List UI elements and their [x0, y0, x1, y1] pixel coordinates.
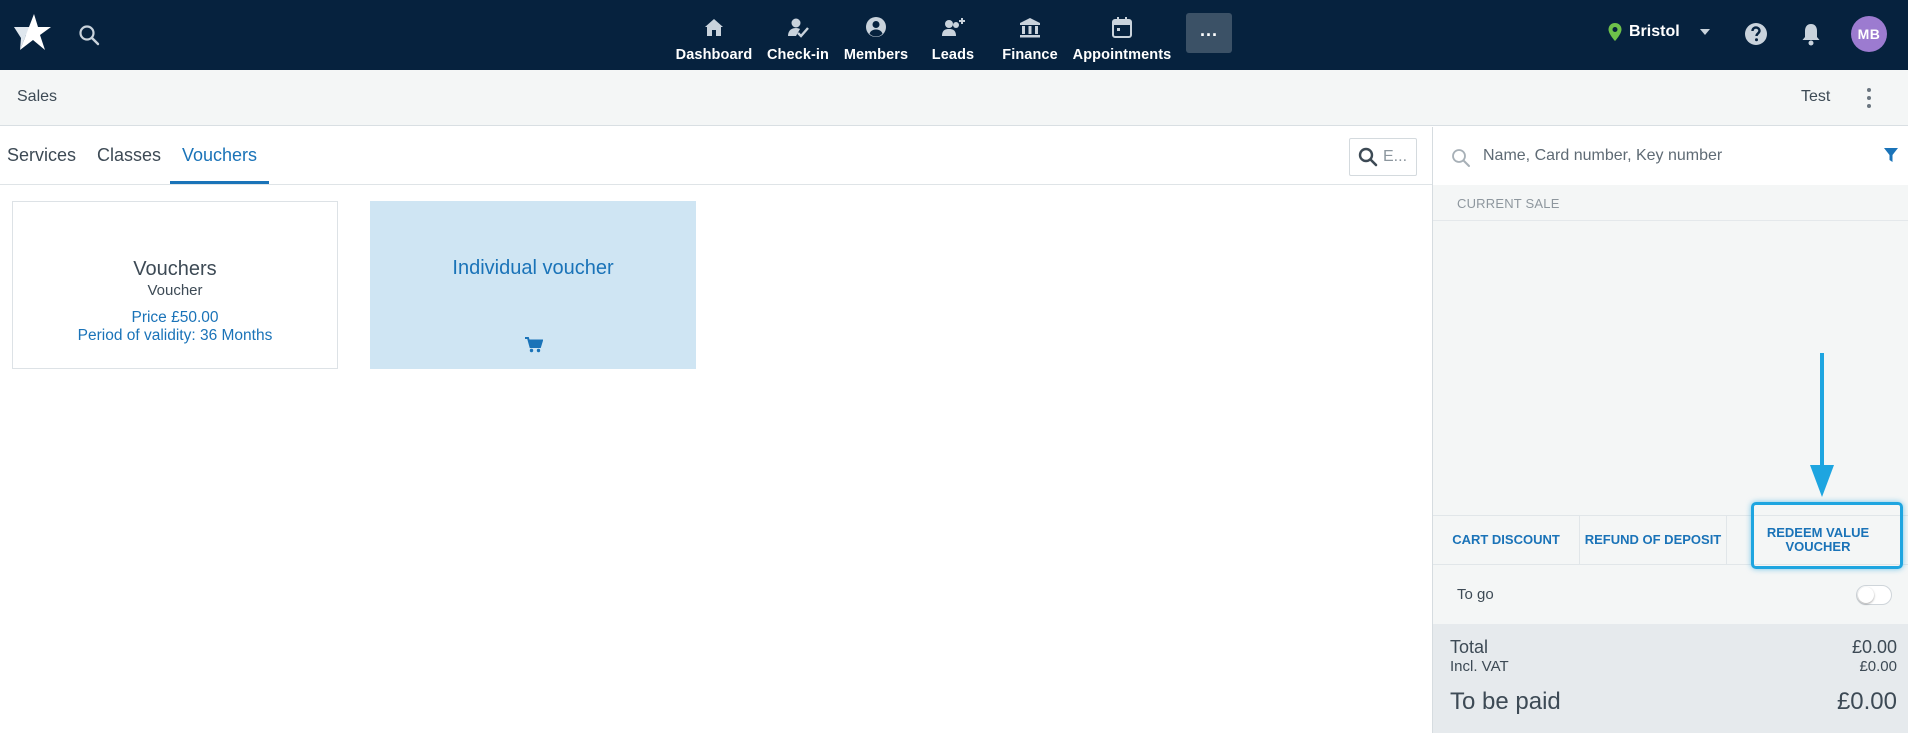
product-validity: Period of validity: 36 Months: [77, 327, 273, 344]
product-tabs: Services Classes Vouchers: [0, 127, 1432, 185]
to-go-row: To go: [1433, 565, 1908, 624]
tab-services[interactable]: Services: [7, 145, 76, 166]
location-name: Bristol: [1629, 23, 1680, 40]
user-add-icon: [942, 18, 965, 36]
calendar-icon: [1112, 17, 1132, 38]
product-card-vouchers[interactable]: Vouchers Voucher Price £50.00 Period of …: [12, 201, 338, 369]
total-value: £0.00: [1851, 637, 1897, 657]
cart-discount-button[interactable]: CART DISCOUNT: [1433, 516, 1580, 564]
star-logo-icon[interactable]: [12, 12, 52, 52]
page-header: Sales Test: [0, 70, 1908, 126]
tab-classes[interactable]: Classes: [97, 145, 161, 166]
nav-label: Dashboard: [675, 47, 753, 63]
search-icon: [1358, 147, 1378, 167]
filter-icon[interactable]: [1883, 147, 1899, 163]
user-circle-icon: [866, 17, 886, 37]
nav-item-appointments[interactable]: Appointments: [1068, 0, 1176, 70]
product-subtitle: Voucher: [147, 282, 203, 299]
search-placeholder: E...: [1383, 148, 1408, 165]
product-card-individual-voucher[interactable]: Individual voucher: [370, 201, 696, 369]
nav-label: Check-in: [766, 47, 830, 63]
more-dots-icon: ...: [1199, 20, 1218, 40]
search-icon: [1452, 149, 1470, 167]
current-sale-label: CURRENT SALE: [1457, 196, 1560, 211]
notification-bell-icon[interactable]: [1800, 22, 1822, 46]
chevron-down-icon: [1699, 29, 1710, 35]
help-icon[interactable]: [1744, 22, 1768, 46]
nav-label: Appointments: [1072, 47, 1172, 63]
bank-icon: [1020, 18, 1040, 38]
location-pin-icon: [1608, 23, 1622, 41]
product-price: Price £50.00: [131, 309, 219, 326]
annotation-arrow-icon: [1810, 353, 1834, 497]
vat-value: £0.00: [1859, 658, 1897, 675]
nav-item-finance[interactable]: Finance: [992, 0, 1068, 70]
active-tab-indicator: [170, 181, 269, 184]
nav-label: Finance: [1002, 47, 1058, 63]
total-label: Total: [1450, 637, 1489, 657]
nav-label: Leads: [931, 47, 975, 63]
annotation-highlight-box: [1751, 502, 1903, 569]
current-sale-header: CURRENT SALE: [1433, 185, 1908, 221]
vat-label: Incl. VAT: [1450, 658, 1509, 675]
customer-search-input[interactable]: Name, Card number, Key number: [1433, 127, 1908, 185]
to-go-label: To go: [1457, 586, 1494, 603]
nav-label: Members: [843, 47, 909, 63]
refund-of-deposit-button[interactable]: REFUND OF DEPOSIT: [1580, 516, 1727, 564]
main-navigation: Dashboard Check-in Members Leads Finance…: [670, 0, 1232, 70]
kebab-menu-icon[interactable]: [1862, 86, 1876, 110]
product-search-input[interactable]: E...: [1349, 138, 1417, 176]
location-selector[interactable]: Bristol: [1607, 22, 1710, 42]
search-icon[interactable]: [78, 24, 100, 46]
to-be-paid-label: To be paid: [1450, 688, 1561, 715]
to-be-paid-value: £0.00: [1836, 688, 1897, 715]
nav-item-leads[interactable]: Leads: [914, 0, 992, 70]
user-avatar[interactable]: MB: [1851, 16, 1887, 52]
to-go-toggle[interactable]: [1856, 585, 1892, 605]
totals-section: Total £0.00 Incl. VAT £0.00 To be paid £…: [1433, 624, 1908, 733]
nav-item-members[interactable]: Members: [838, 0, 914, 70]
nav-item-check-in[interactable]: Check-in: [758, 0, 838, 70]
more-menu-button[interactable]: ...: [1186, 13, 1232, 53]
page-title: Sales: [17, 88, 58, 105]
home-icon: [705, 19, 723, 36]
product-title: Vouchers: [133, 258, 217, 280]
top-navigation-bar: Dashboard Check-in Members Leads Finance…: [0, 0, 1908, 70]
user-check-icon: [788, 18, 809, 38]
product-title: Individual voucher: [452, 257, 614, 279]
test-link[interactable]: Test: [1801, 88, 1830, 106]
tab-vouchers[interactable]: Vouchers: [182, 145, 257, 166]
shopping-cart-icon: [525, 337, 543, 353]
nav-item-dashboard[interactable]: Dashboard: [670, 0, 758, 70]
customer-search-placeholder: Name, Card number, Key number: [1483, 147, 1723, 164]
